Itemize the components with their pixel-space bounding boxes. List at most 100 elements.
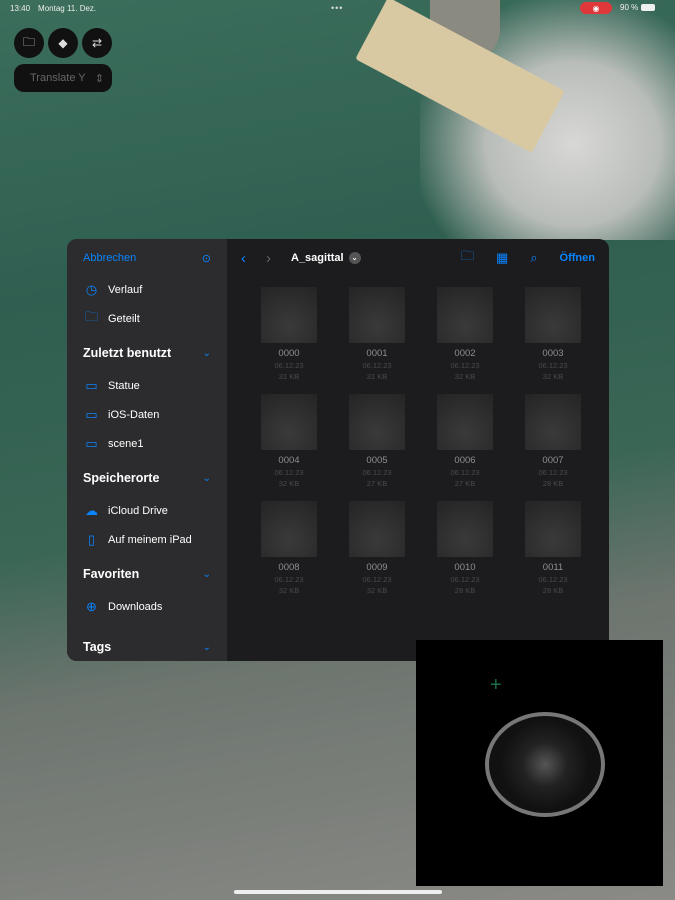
file-thumbnail [525, 501, 581, 557]
file-date: 06.12.23 [538, 361, 568, 370]
file-date: 06.12.23 [538, 468, 568, 477]
sidebar-item-ipad[interactable]: ▯ Auf meinem iPad [83, 525, 211, 554]
file-browser: ‹ › A_sagittal ⌄ 🗀 ▦ ⌕ Öffnen 0000 06.12.… [227, 239, 609, 661]
file-size: 32 KB [278, 586, 300, 595]
multitasking-dots[interactable]: ••• [331, 3, 343, 13]
sidebar-item-ios-daten[interactable]: ▭ iOS-Daten [83, 400, 211, 429]
new-folder-icon[interactable]: 🗀 [461, 247, 474, 269]
date: Montag 11. Dez. [38, 3, 97, 13]
file-name: 0010 [454, 562, 476, 573]
file-thumbnail [349, 287, 405, 343]
folder-icon: ▭ [85, 406, 98, 422]
file-name: 0007 [542, 455, 564, 466]
file-size: 32 KB [454, 372, 476, 381]
file-item[interactable]: 0011 06.12.23 28 KB [509, 501, 597, 595]
section-locations[interactable]: Speicherorte ⌄ [83, 460, 211, 496]
download-icon: ⊕ [86, 598, 97, 614]
sidebar-item-label: Statue [108, 379, 140, 392]
updown-chevron-icon: ⇕ [94, 72, 104, 85]
toolbar: ‹ › A_sagittal ⌄ 🗀 ▦ ⌕ Öffnen [227, 239, 609, 277]
home-indicator[interactable] [234, 890, 442, 894]
file-item[interactable]: 0004 06.12.23 32 KB [245, 394, 333, 488]
icloud-icon: ☁ [85, 502, 98, 518]
sidebar-item-verlauf[interactable]: ◷ Verlauf [83, 275, 211, 304]
file-size: 32 KB [366, 586, 388, 595]
ipad-icon: ▯ [87, 531, 96, 547]
file-name: 0005 [366, 455, 388, 466]
file-date: 06.12.23 [274, 361, 304, 370]
back-button[interactable]: ‹ [241, 250, 246, 267]
sidebar-item-label: scene1 [108, 437, 144, 450]
open-button[interactable]: Öffnen [560, 252, 595, 264]
file-thumbnail [525, 287, 581, 343]
sidebar-item-scene1[interactable]: ▭ scene1 [83, 429, 211, 458]
folder-icon: ▭ [85, 435, 98, 451]
file-thumbnail [437, 394, 493, 450]
file-size: 27 KB [454, 479, 476, 488]
cancel-button[interactable]: Abbrechen [83, 252, 136, 264]
file-size: 28 KB [542, 479, 564, 488]
chevron-down-icon: ⌄ [202, 568, 211, 580]
open-folder-button[interactable]: 🗀 [14, 28, 44, 58]
file-thumbnail [261, 394, 317, 450]
file-size: 28 KB [454, 586, 476, 595]
sidebar-item-geteilt[interactable]: 🗀 Geteilt [83, 304, 211, 333]
sidebar-item-label: Geteilt [108, 312, 140, 325]
file-item[interactable]: 0009 06.12.23 32 KB [333, 501, 421, 595]
sidebar-item-icloud[interactable]: ☁ iCloud Drive [83, 496, 211, 525]
file-name: 0003 [542, 348, 564, 359]
file-size: 32 KB [542, 372, 564, 381]
section-favorites[interactable]: Favoriten ⌄ [83, 556, 211, 592]
section-title: Favoriten [83, 567, 140, 581]
file-item[interactable]: 0003 06.12.23 32 KB [509, 287, 597, 381]
sidebar-item-downloads[interactable]: ⊕ Downloads [83, 592, 211, 621]
section-title: Speicherorte [83, 471, 160, 485]
file-item[interactable]: 0008 06.12.23 32 KB [245, 501, 333, 595]
chevron-down-icon: ⌄ [202, 347, 211, 359]
search-icon[interactable]: ⌕ [530, 250, 537, 266]
file-date: 06.12.23 [274, 468, 304, 477]
file-item[interactable]: 0001 06.12.23 31 KB [333, 287, 421, 381]
screen-recording-icon[interactable]: ◉ [580, 2, 612, 14]
section-recent[interactable]: Zuletzt benutzt ⌄ [83, 335, 211, 371]
file-date: 06.12.23 [450, 575, 480, 584]
file-size: 31 KB [278, 372, 300, 381]
repeat-button[interactable]: ⇄ [82, 28, 112, 58]
section-title: Zuletzt benutzt [83, 346, 172, 360]
brain-scan-image [485, 712, 605, 817]
translate-mode-select[interactable]: Translate Y ⇕ [14, 64, 112, 92]
file-name: 0011 [542, 562, 564, 573]
folder-icon: ▭ [85, 377, 98, 393]
shapes-button[interactable]: ◆ [48, 28, 78, 58]
sidebar-item-label: Downloads [108, 600, 163, 613]
file-item[interactable]: 0005 06.12.23 27 KB [333, 394, 421, 488]
sidebar-item-label: Auf meinem iPad [108, 533, 192, 546]
crosshair-icon: + [490, 674, 502, 696]
file-item[interactable]: 0002 06.12.23 32 KB [421, 287, 509, 381]
file-picker: Abbrechen ⊙ ◷ Verlauf 🗀 Geteilt Zuletzt ben… [67, 239, 609, 661]
chevron-down-icon: ⌄ [202, 472, 211, 484]
forward-button[interactable]: › [266, 250, 271, 267]
file-item[interactable]: 0006 06.12.23 27 KB [421, 394, 509, 488]
file-thumbnail [349, 501, 405, 557]
grid-view-icon[interactable]: ▦ [496, 250, 508, 266]
file-size: 32 KB [278, 479, 300, 488]
clock-icon: ◷ [85, 281, 98, 297]
file-name: 0009 [366, 562, 388, 573]
file-item[interactable]: 0010 06.12.23 28 KB [421, 501, 509, 595]
section-tags[interactable]: Tags ⌄ [83, 629, 211, 661]
sidebar-item-label: iOS-Daten [108, 408, 160, 421]
file-date: 06.12.23 [362, 361, 392, 370]
file-date: 06.12.23 [362, 575, 392, 584]
translate-label: Translate Y [30, 72, 86, 84]
battery-level: 90 % [620, 3, 639, 12]
folder-title[interactable]: A_sagittal ⌄ [291, 252, 361, 264]
file-date: 06.12.23 [450, 361, 480, 370]
file-thumbnail [349, 394, 405, 450]
file-thumbnail [437, 501, 493, 557]
file-item[interactable]: 0007 06.12.23 28 KB [509, 394, 597, 488]
more-icon[interactable]: ⊙ [202, 252, 211, 265]
file-item[interactable]: 0000 06.12.23 31 KB [245, 287, 333, 381]
sidebar-item-statue[interactable]: ▭ Statue [83, 371, 211, 400]
folder-name: A_sagittal [291, 252, 344, 264]
